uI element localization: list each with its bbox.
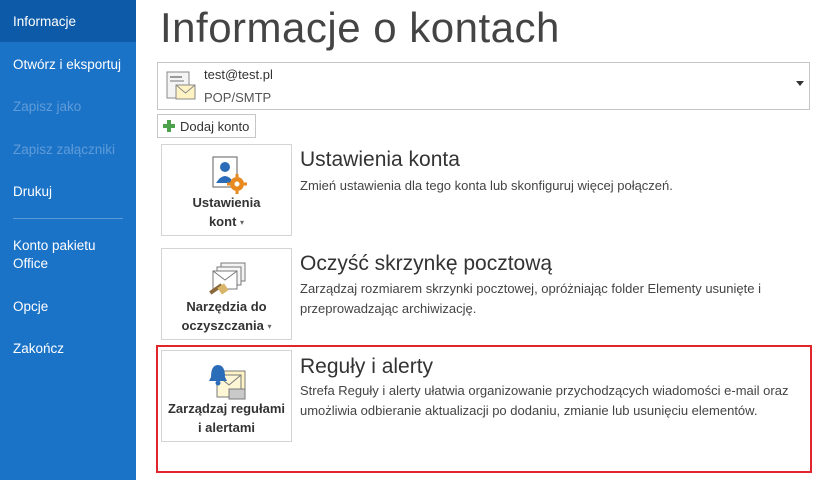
plus-icon: [162, 119, 176, 133]
account-settings-description: Zmień ustawienia dla tego konta lub skon…: [300, 178, 673, 193]
mailbox-cleanup-icon: [209, 262, 246, 295]
nav-item-zapisz-zalaczniki: Zapisz załączniki: [13, 142, 116, 157]
caret-down-icon: ▾: [240, 218, 245, 228]
account-settings-tile-label-1: Ustawienia: [192, 195, 261, 210]
cleanup-tools-tile-label-1: Narzędzia do: [186, 299, 267, 314]
nav-item-drukuj[interactable]: Drukuj: [0, 183, 136, 201]
account-selector-dropdown[interactable]: test@test.pl POP/SMTP: [157, 62, 810, 110]
account-type: POP/SMTP: [204, 90, 272, 105]
backstage-sidebar: Informacje Otwórz i eksportuj Zapisz jak…: [0, 0, 136, 480]
account-settings-tile-label-2: kont ▾: [208, 214, 245, 229]
account-settings-title: Ustawienia konta: [300, 148, 460, 171]
add-account-button[interactable]: Dodaj konto: [157, 114, 257, 138]
cleanup-mailbox-description: Zarządzaj rozmiarem skrzynki pocztowej, …: [300, 281, 761, 316]
cleanup-tools-tile-label-2: oczyszczania ▾: [181, 318, 272, 333]
chevron-down-icon[interactable]: [796, 81, 804, 86]
nav-item-konto-pakietu-office[interactable]: Konto pakietu Office: [0, 237, 120, 273]
email-account-icon: [166, 71, 196, 100]
nav-item-otworz-eksportuj[interactable]: Otwórz i eksportuj: [0, 56, 136, 74]
highlight-annotation-box: [156, 345, 812, 473]
account-email: test@test.pl: [204, 67, 273, 82]
add-account-label: Dodaj konto: [180, 118, 250, 134]
nav-separator: [13, 218, 123, 219]
account-settings-tile-button[interactable]: Ustawienia kont ▾: [161, 144, 292, 236]
nav-item-zapisz-jako: Zapisz jako: [13, 99, 82, 114]
cleanup-tools-tile-button[interactable]: Narzędzia do oczyszczania ▾: [161, 248, 292, 340]
nav-item-zakoncz[interactable]: Zakończ: [0, 340, 136, 358]
cleanup-mailbox-title: Oczyść skrzynkę pocztową: [300, 252, 553, 275]
account-settings-icon: [212, 156, 247, 194]
nav-item-informacje[interactable]: Informacje: [0, 0, 136, 42]
page-title: Informacje o kontach: [160, 4, 560, 51]
caret-down-icon: ▾: [267, 322, 272, 332]
nav-item-opcje[interactable]: Opcje: [0, 298, 136, 316]
